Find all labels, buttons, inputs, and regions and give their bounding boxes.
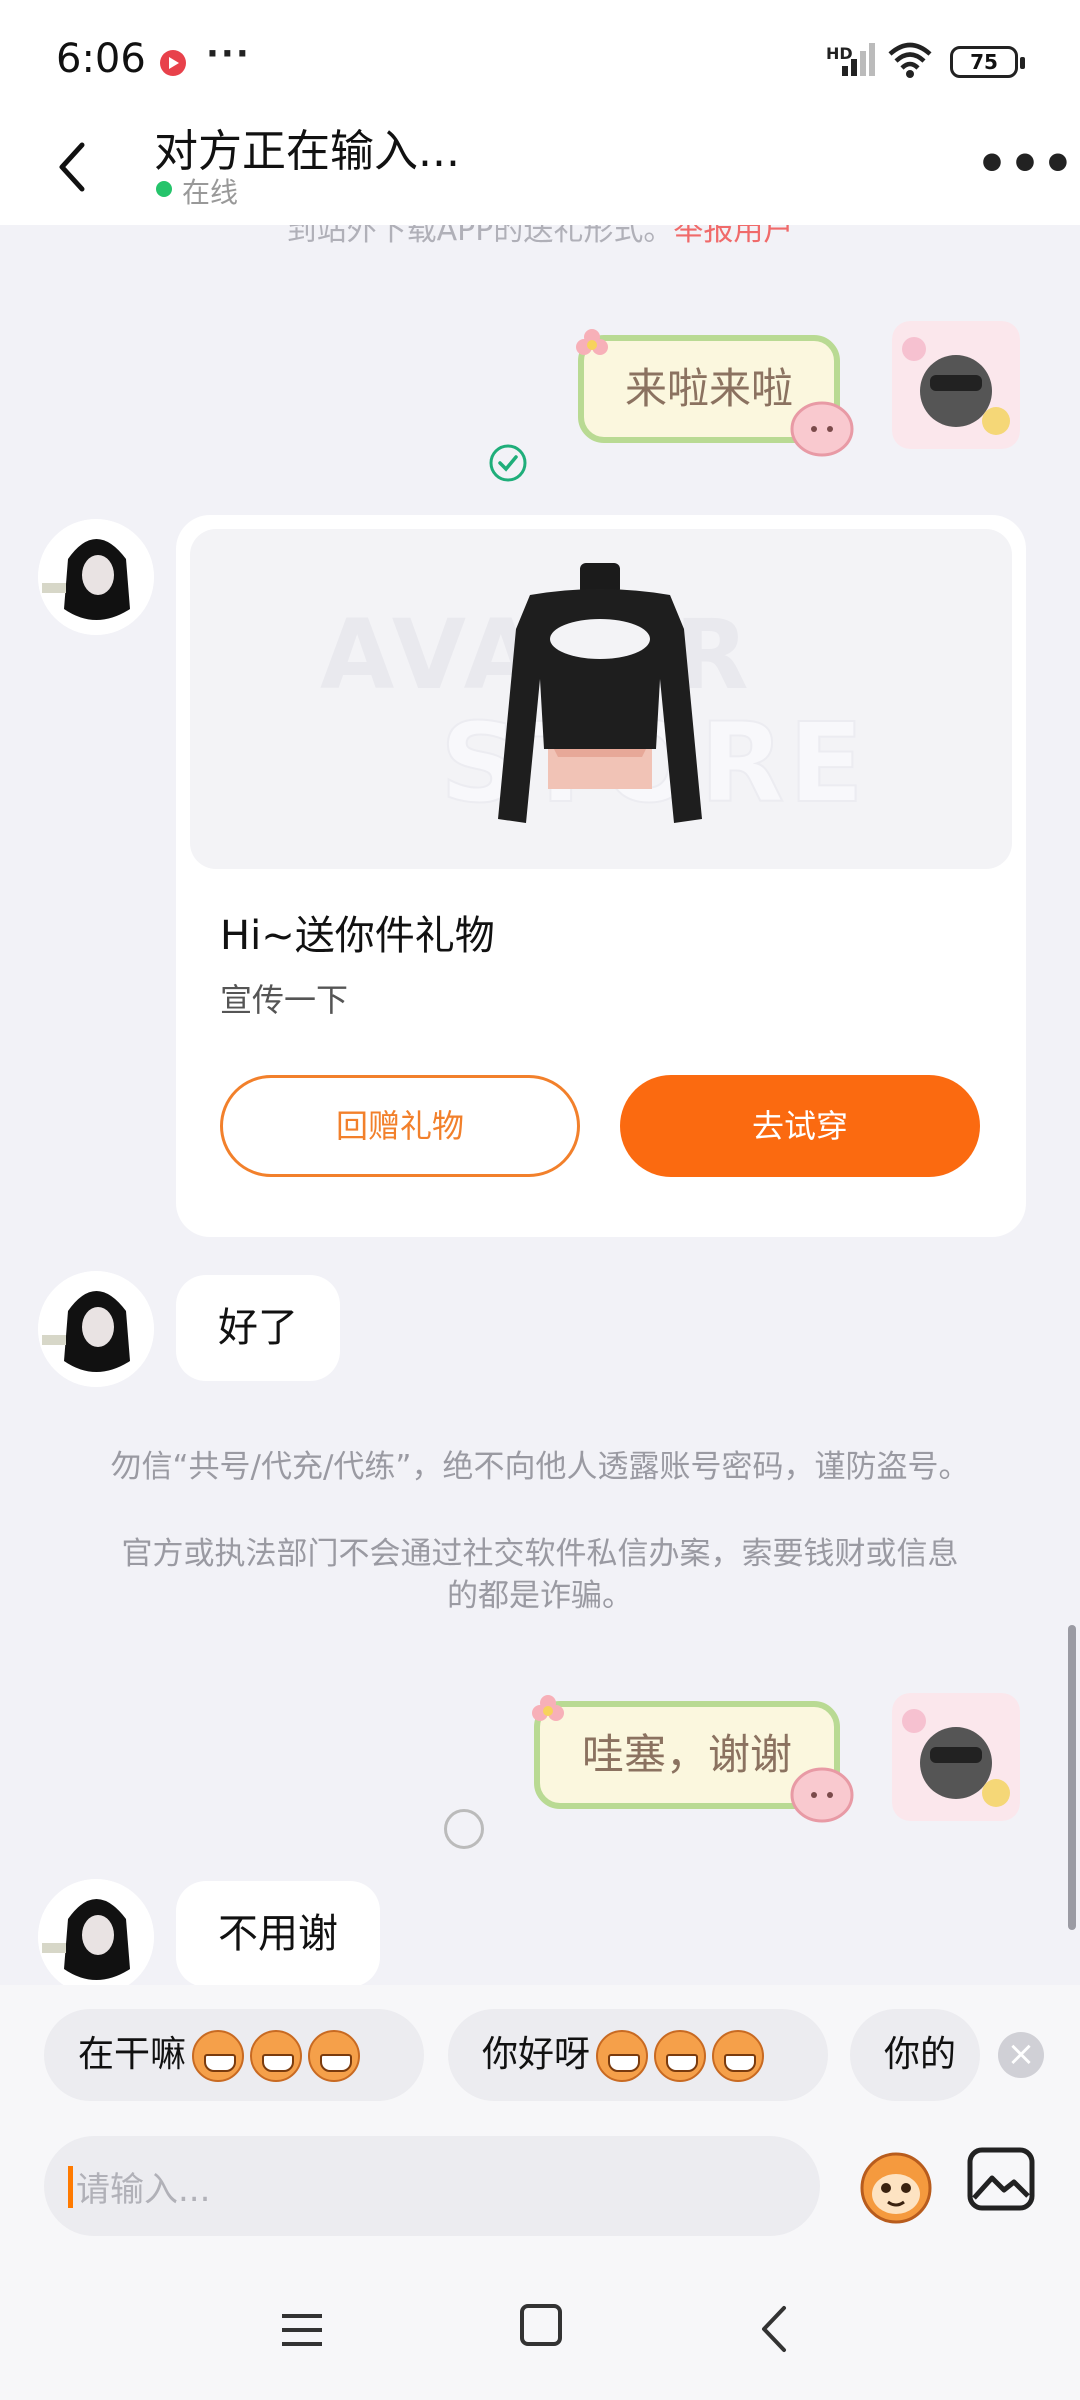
peer-avatar[interactable] [38, 519, 154, 635]
nav-back-icon[interactable] [756, 2304, 792, 2354]
anti-fraud-warning: 官方或执法部门不会通过社交软件私信办案，索要钱财或信息 [121, 1536, 959, 1572]
sticker-text: 哇塞，谢谢 [581, 1730, 792, 1779]
try-on-button[interactable]: 去试穿 [620, 1075, 980, 1177]
flower-decoration-icon [576, 329, 608, 355]
image-picker-icon[interactable] [966, 2146, 1036, 2212]
chat-scrollbar[interactable] [1068, 1625, 1076, 1930]
back-icon[interactable] [50, 137, 100, 197]
grin-monkey-emoji-icon [192, 2030, 245, 2082]
grin-monkey-emoji-icon [308, 2030, 361, 2082]
status-time: 6:06 [56, 36, 146, 82]
wide-eye-monkey-emoji-icon [712, 2030, 765, 2082]
gift-subtitle: 宣传一下 [220, 981, 349, 1019]
system-notice: 到站外下载APP的送礼形式。举报用户 [0, 225, 1080, 249]
online-status-dot [156, 181, 172, 197]
flower-decoration-icon [532, 1695, 564, 1721]
online-status-text: 在线 [182, 176, 239, 209]
sticker-text: 来啦来啦 [624, 364, 793, 413]
chat-title: 对方正在输入... [154, 126, 460, 177]
gift-title: Hi~送你件礼物 [220, 913, 495, 959]
peer-avatar[interactable] [38, 1879, 154, 1985]
message-input-bar: 请输入... [0, 2120, 1080, 2260]
message-input[interactable]: 请输入... [44, 2136, 820, 2236]
quick-reply-chip[interactable]: 你好呀 [448, 2009, 828, 2101]
notification-more-icon: ··· [206, 34, 251, 74]
wifi-icon [888, 42, 932, 78]
quick-reply-text: 你的 [884, 2034, 957, 2075]
chat-header: 对方正在输入... 在线 ••• [0, 115, 1080, 225]
more-options-icon[interactable]: ••• [976, 135, 1074, 193]
self-avatar[interactable] [892, 1693, 1020, 1821]
wide-eye-monkey-emoji-icon [596, 2030, 649, 2082]
home-icon[interactable] [520, 2304, 562, 2346]
screen-record-icon [160, 50, 186, 76]
quick-reply-text: 在干嘛 [78, 2034, 187, 2075]
monkey-emoji-button-icon[interactable] [854, 2142, 938, 2226]
peer-avatar[interactable] [38, 1271, 154, 1387]
read-check-icon [489, 444, 527, 482]
text-caret [68, 2166, 73, 2208]
battery-icon: 75 [950, 46, 1025, 78]
close-quick-replies-icon[interactable]: × [998, 2032, 1044, 2078]
gift-card[interactable]: AVATAR STORE Hi~送你件礼物 宣传一下 回赠礼物 去试穿 [176, 515, 1026, 1237]
self-avatar[interactable] [892, 321, 1020, 449]
pink-teapot-decoration-icon [790, 401, 854, 457]
signal-icon [842, 43, 875, 76]
quick-reply-bar: 在干嘛 你好呀 你的 [0, 1985, 1080, 2120]
anti-fraud-warning: 的都是诈骗。 [447, 1578, 633, 1614]
return-gift-button[interactable]: 回赠礼物 [220, 1075, 580, 1177]
gift-image[interactable]: AVATAR STORE [190, 529, 1012, 869]
quick-reply-text: 你好呀 [482, 2034, 591, 2075]
anti-fraud-warning: 勿信“共号/代充/代练”，绝不向他人透露账号密码，谨防盗号。 [110, 1449, 970, 1485]
system-navigation-bar [0, 2260, 1080, 2400]
menu-icon[interactable] [280, 2310, 324, 2350]
quick-reply-chip[interactable]: 在干嘛 [44, 2009, 424, 2101]
pink-teapot-decoration-icon [790, 1767, 854, 1823]
report-user-link[interactable]: 举报用户 [673, 225, 793, 248]
status-bar: 6:06 ··· HD 75 [0, 0, 1080, 115]
black-cropped-top-image [498, 563, 702, 823]
sending-status-icon [444, 1809, 484, 1849]
input-placeholder: 请输入... [76, 2170, 211, 2210]
text-message[interactable]: 好了 [176, 1275, 340, 1381]
chat-message-list[interactable]: 到站外下载APP的送礼形式。举报用户 来啦来啦 AVATAR STORE [0, 225, 1080, 1985]
system-notice-text: 到站外下载APP的送礼形式。 [286, 225, 674, 248]
grin-monkey-emoji-icon [250, 2030, 303, 2082]
text-message[interactable]: 不用谢 [176, 1881, 380, 1985]
quick-reply-chip[interactable]: 你的 [850, 2009, 980, 2101]
wide-eye-monkey-emoji-icon [654, 2030, 707, 2082]
